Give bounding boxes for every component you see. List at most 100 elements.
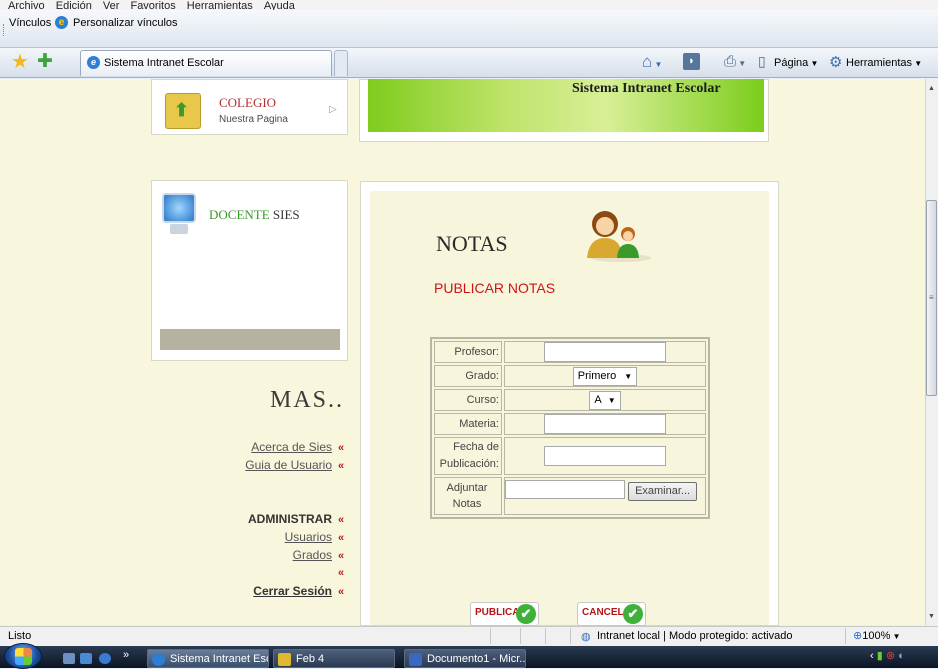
usuarios-link-label: Usuarios	[284, 530, 332, 544]
colegio-title: COLEGIO	[219, 95, 277, 110]
word-doc-icon	[409, 653, 422, 666]
form-row-curso: Curso: A ▼	[434, 389, 706, 411]
tray-arrow-icon[interactable]: ‹	[870, 650, 874, 662]
fecha-input[interactable]	[544, 446, 666, 466]
grados-link-label: Grados	[292, 548, 332, 562]
status-bar	[0, 626, 938, 646]
publicar-button[interactable]: PUBLICAR ✔	[470, 602, 539, 626]
favorites-star-icon[interactable]: ★	[11, 52, 29, 72]
toolbar-grip[interactable]	[3, 24, 5, 36]
zoom-icon: ⊕	[853, 630, 863, 642]
grado-label: Grado:	[434, 365, 502, 387]
raquo-icon: «	[338, 550, 345, 562]
print-icon[interactable]: ⎙ ▼	[724, 53, 746, 70]
windows-logo-icon	[15, 648, 32, 665]
system-tray[interactable]: ‹ ▮ ⊗ ◐	[870, 649, 905, 662]
raquo-icon: «	[338, 567, 345, 579]
chevron-down-icon: ▼	[808, 59, 819, 68]
add-favorite-icon[interactable]: ✚	[37, 52, 53, 72]
chevron-down-icon: ▼	[912, 59, 923, 68]
scroll-down-icon[interactable]: ▼	[928, 613, 935, 620]
grados-link[interactable]: Grados	[172, 548, 332, 562]
grado-select[interactable]: Primero ▼	[572, 366, 638, 386]
guia-link[interactable]: Guia de Usuario	[172, 458, 332, 472]
docente-label-rest: SIES	[269, 207, 300, 222]
cerrar-sesion-label: Cerrar Sesión	[253, 584, 332, 598]
show-desktop-icon[interactable]	[63, 653, 75, 664]
usuarios-link[interactable]: Usuarios	[172, 530, 332, 544]
switch-windows-icon[interactable]	[80, 653, 92, 664]
feeds-icon[interactable]: ◗	[683, 53, 700, 70]
start-button[interactable]	[4, 643, 42, 669]
taskbar-item-word[interactable]: Documento1 - Micr...	[404, 649, 526, 668]
pagina-menu-button[interactable]: Página ▼	[774, 57, 818, 69]
pagina-label: Página	[774, 57, 809, 69]
adjuntar-label: Adjuntar Notas	[434, 477, 502, 515]
ie-icon	[152, 653, 165, 666]
taskbar-item-feb4[interactable]: Feb 4	[273, 649, 395, 668]
curso-select[interactable]: A ▼	[589, 390, 621, 410]
check-icon: ✔	[516, 604, 536, 624]
herramientas-menu-button[interactable]: Herramientas ▼	[846, 57, 922, 69]
materia-input[interactable]	[544, 414, 666, 434]
personalize-links-link[interactable]: Personalizar vínculos	[73, 17, 178, 29]
ie-tab-icon: e	[87, 56, 100, 69]
menu-favoritos[interactable]: Favoritos	[130, 0, 175, 11]
links-bar	[0, 10, 938, 48]
examinar-button[interactable]: Examinar...	[628, 482, 698, 501]
raquo-icon: «	[338, 514, 345, 526]
zoom-level: 100%	[862, 630, 891, 642]
scrollbar-thumb[interactable]: ≡	[926, 200, 937, 396]
raquo-icon: «	[338, 586, 345, 598]
check-icon: ✔	[623, 604, 643, 624]
herramientas-label: Herramientas	[846, 57, 913, 69]
mas-title: MAS..	[270, 387, 345, 413]
fecha-label-line2: Publicación:	[439, 458, 499, 470]
status-divider	[570, 628, 571, 644]
menu-ver[interactable]: Ver	[103, 0, 120, 11]
fecha-label: Fecha de Publicación:	[434, 437, 502, 475]
docente-label: DOCENTE SIES	[209, 207, 300, 223]
arrow-right-icon: ▷	[329, 104, 337, 115]
acerca-link[interactable]: Acerca de Sies	[172, 440, 332, 454]
chevron-down-icon: ▼	[607, 395, 616, 405]
adjuntar-label-line2: Notas	[452, 498, 482, 510]
gear-icon[interactable]: ⚙	[829, 53, 842, 71]
network-icon[interactable]: ▮	[877, 650, 883, 662]
form-row-grado: Grado: Primero ▼	[434, 365, 706, 387]
security-zone-text[interactable]: Intranet local | Modo protegido: activad…	[597, 630, 792, 642]
ie-launch-icon[interactable]	[99, 653, 111, 664]
volume-icon[interactable]: ◐	[898, 650, 905, 662]
profesor-label: Profesor:	[434, 341, 502, 363]
administrar-heading: ADMINISTRAR	[248, 512, 332, 526]
ie-link-icon: e	[55, 16, 68, 29]
taskbar-item-word-label: Documento1 - Micr...	[427, 653, 526, 665]
adjuntar-label-line1: Adjuntar	[446, 482, 488, 494]
scroll-up-icon[interactable]: ▲	[928, 85, 935, 92]
chevron-down-icon: ▼	[624, 371, 633, 381]
profesor-input[interactable]	[544, 342, 666, 362]
fecha-label-line1: Fecha de	[453, 441, 499, 453]
user-avatar-icon	[587, 211, 651, 262]
menu-edicion[interactable]: Edición	[56, 0, 92, 11]
new-tab-button[interactable]	[334, 50, 348, 76]
security-alert-icon[interactable]: ⊗	[886, 650, 895, 662]
form-row-materia: Materia:	[434, 413, 706, 435]
acerca-link-label: Acerca de Sies	[251, 440, 332, 454]
cerrar-sesion-link[interactable]: Cerrar Sesión	[172, 584, 332, 598]
file-path-input[interactable]	[505, 480, 625, 499]
menu-ayuda[interactable]: Ayuda	[264, 0, 295, 11]
chevron-down-icon: ▼	[890, 632, 901, 641]
status-divider	[490, 628, 491, 644]
menu-archivo[interactable]: Archivo	[8, 0, 45, 11]
quick-launch-overflow-icon[interactable]: »	[123, 649, 129, 661]
menu-herramientas[interactable]: Herramientas	[187, 0, 253, 11]
status-text: Listo	[8, 630, 32, 642]
home-icon[interactable]: ⌂ ▼	[642, 52, 662, 72]
cancelar-button[interactable]: CANCELAR ✔	[577, 602, 646, 626]
form-row-fecha: Fecha de Publicación:	[434, 437, 706, 475]
taskbar-item-intranet[interactable]: Sistema Intranet Esc...	[147, 649, 269, 668]
form-row-profesor: Profesor:	[434, 341, 706, 363]
status-divider	[520, 628, 521, 644]
zoom-control[interactable]: ⊕100% ▼	[853, 629, 901, 642]
